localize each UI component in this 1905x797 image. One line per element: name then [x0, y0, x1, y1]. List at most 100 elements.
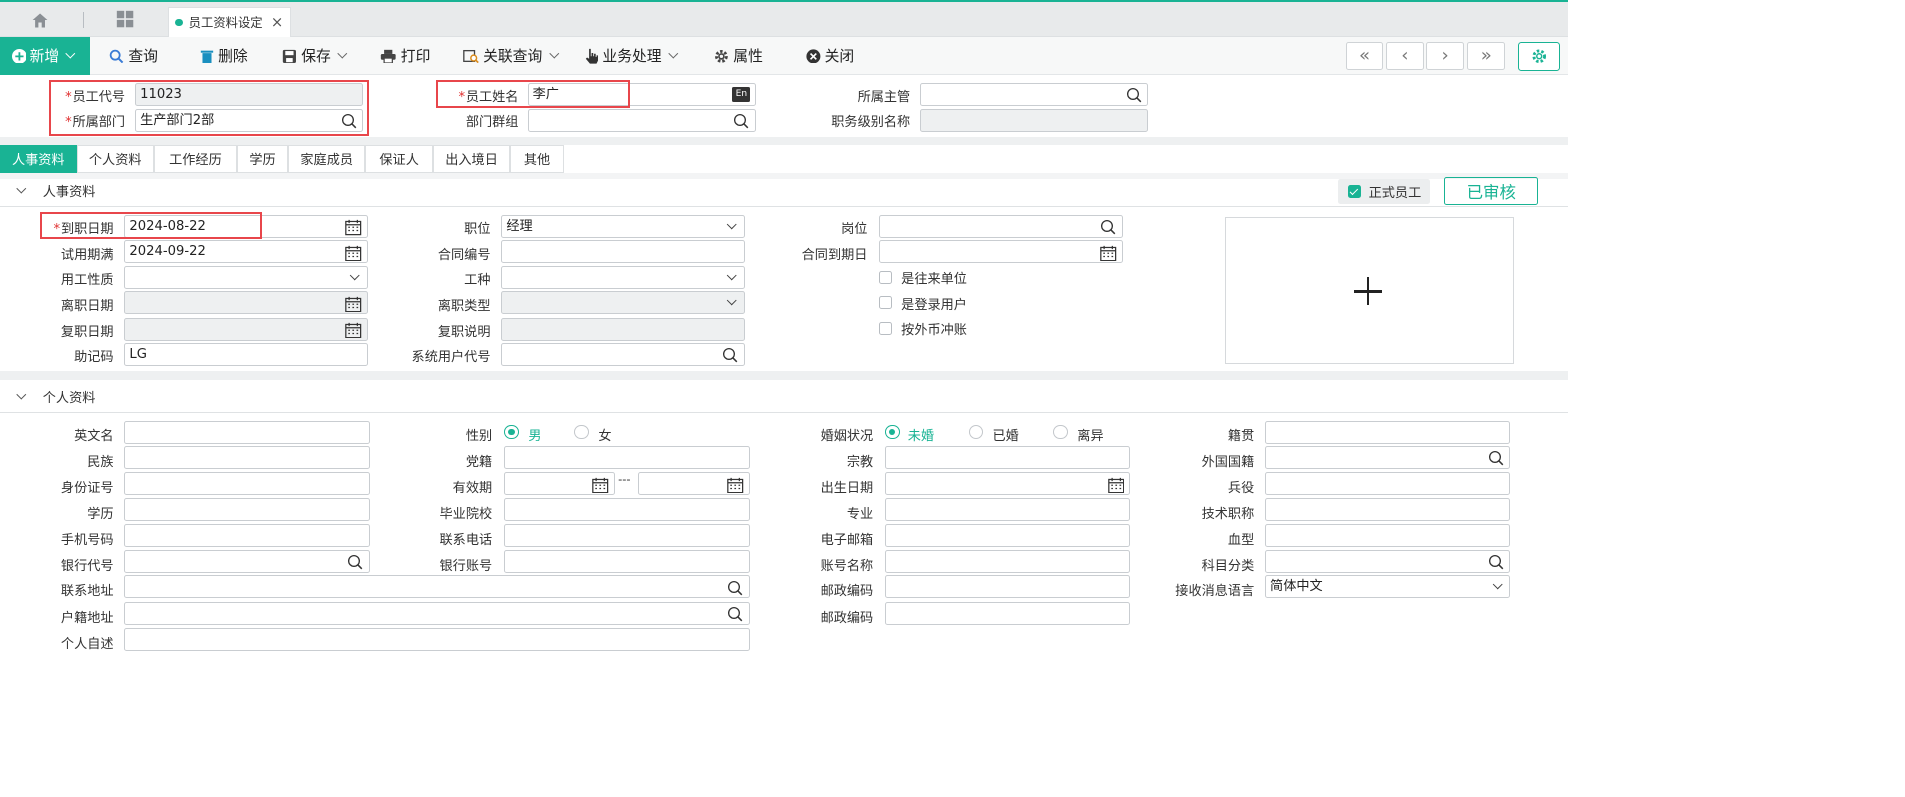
- subtab-other[interactable]: 其他: [510, 144, 564, 173]
- chevron-down-icon[interactable]: [66, 48, 76, 59]
- bank-code-input[interactable]: [124, 549, 370, 573]
- dept-group-input[interactable]: [527, 108, 756, 132]
- chevron-down-icon[interactable]: [549, 48, 559, 59]
- subtab-guarantor[interactable]: 保证人: [365, 144, 433, 173]
- last-record-button[interactable]: »: [1467, 41, 1506, 70]
- chevron-down-icon[interactable]: [726, 270, 738, 281]
- query-button[interactable]: 查询: [109, 37, 158, 75]
- close-tab-icon[interactable]: ×: [271, 14, 283, 31]
- calendar-icon[interactable]: [345, 245, 362, 261]
- education-input[interactable]: [124, 497, 370, 521]
- foreign-currency-checkbox[interactable]: [878, 321, 893, 335]
- save-button[interactable]: 保存: [282, 37, 347, 75]
- party-input[interactable]: [504, 446, 750, 470]
- business-process-button[interactable]: 业务处理: [585, 37, 678, 75]
- message-language-select[interactable]: 简体中文: [1264, 575, 1511, 599]
- calendar-icon[interactable]: [345, 219, 362, 236]
- employment-type-select[interactable]: [124, 265, 368, 289]
- address-input[interactable]: [124, 575, 750, 599]
- post-input[interactable]: [878, 214, 1123, 238]
- account-name-input[interactable]: [884, 549, 1130, 573]
- subject-category-input[interactable]: [1264, 549, 1511, 573]
- home-icon[interactable]: [31, 11, 49, 29]
- ethnicity-input[interactable]: [124, 446, 370, 470]
- search-icon[interactable]: [347, 554, 363, 570]
- search-icon[interactable]: [727, 580, 743, 596]
- personal-section-header[interactable]: 个人资料: [0, 380, 1568, 414]
- print-button[interactable]: 打印: [380, 37, 430, 75]
- calendar-icon[interactable]: [345, 296, 362, 312]
- plus-icon[interactable]: [1353, 277, 1382, 306]
- religion-input[interactable]: [884, 446, 1130, 470]
- related-query-button[interactable]: 关联查询: [462, 37, 559, 75]
- self-desc-input[interactable]: [124, 627, 750, 651]
- search-icon[interactable]: [722, 347, 738, 363]
- subtab-entry-exit[interactable]: 出入境日: [432, 144, 511, 173]
- calendar-icon[interactable]: [345, 322, 362, 339]
- marital-married-radio[interactable]: [968, 424, 984, 440]
- native-place-input[interactable]: [1264, 420, 1511, 444]
- contract-no-input[interactable]: [501, 240, 745, 264]
- marital-divorced-radio[interactable]: [1053, 424, 1069, 440]
- search-icon[interactable]: [733, 113, 749, 129]
- valid-from-input[interactable]: [504, 472, 615, 496]
- search-icon[interactable]: [727, 606, 743, 622]
- chevron-down-icon[interactable]: [16, 183, 27, 194]
- military-input[interactable]: [1264, 472, 1511, 496]
- leave-type-select[interactable]: [501, 291, 745, 315]
- tab-employee-settings[interactable]: 员工资料设定 ×: [167, 6, 292, 38]
- supervisor-input[interactable]: [920, 83, 1149, 107]
- subtab-hr[interactable]: 人事资料: [0, 144, 77, 173]
- search-icon[interactable]: [1488, 554, 1504, 570]
- job-level-input[interactable]: [920, 108, 1149, 132]
- birth-date-input[interactable]: [884, 472, 1130, 496]
- chevron-down-icon[interactable]: [726, 295, 738, 307]
- leave-date-input[interactable]: [124, 291, 368, 315]
- next-record-button[interactable]: ›: [1426, 41, 1465, 70]
- work-type-select[interactable]: [501, 265, 745, 289]
- close-button[interactable]: 关闭: [806, 37, 854, 75]
- properties-button[interactable]: 属性: [714, 37, 763, 75]
- probation-end-input[interactable]: 2024-09-22: [124, 240, 368, 264]
- subtab-personal[interactable]: 个人资料: [76, 144, 154, 173]
- school-input[interactable]: [504, 497, 750, 521]
- subtab-education[interactable]: 学历: [237, 144, 289, 173]
- postcode-input[interactable]: [884, 575, 1130, 599]
- settings-button[interactable]: [1517, 41, 1561, 71]
- calendar-icon[interactable]: [1107, 477, 1124, 493]
- counterparty-checkbox[interactable]: [878, 270, 893, 284]
- id-no-input[interactable]: [124, 472, 370, 496]
- apps-grid-icon[interactable]: [116, 10, 134, 28]
- major-input[interactable]: [884, 497, 1130, 521]
- calendar-icon[interactable]: [1100, 245, 1117, 261]
- input-method-icon[interactable]: En: [732, 86, 751, 103]
- delete-button[interactable]: 删除: [200, 37, 248, 75]
- bank-account-input[interactable]: [504, 549, 750, 573]
- chevron-down-icon[interactable]: [726, 219, 738, 230]
- sys-user-input[interactable]: [501, 343, 745, 367]
- english-name-input[interactable]: [124, 420, 370, 444]
- new-button[interactable]: 新增: [0, 37, 90, 75]
- phone-input[interactable]: [504, 524, 750, 548]
- position-select[interactable]: 经理: [501, 214, 745, 238]
- chevron-down-icon[interactable]: [337, 48, 347, 59]
- postcode-input-2[interactable]: [884, 601, 1130, 625]
- calendar-icon[interactable]: [592, 477, 609, 493]
- calendar-icon[interactable]: [727, 477, 744, 493]
- mnemonic-input[interactable]: LG: [124, 343, 368, 367]
- rehire-note-input[interactable]: [501, 317, 745, 341]
- search-icon[interactable]: [1100, 219, 1116, 235]
- household-address-input[interactable]: [124, 601, 750, 625]
- chevron-down-icon[interactable]: [16, 389, 27, 399]
- tech-title-input[interactable]: [1264, 497, 1511, 521]
- search-icon[interactable]: [1488, 450, 1504, 466]
- hr-section-header[interactable]: 人事资料: [0, 174, 1568, 208]
- subtab-family[interactable]: 家庭成员: [288, 144, 366, 173]
- search-icon[interactable]: [1126, 87, 1142, 103]
- nationality-input[interactable]: [1264, 446, 1511, 470]
- login-user-checkbox[interactable]: [878, 296, 893, 310]
- gender-male-radio[interactable]: [504, 424, 520, 440]
- marital-single-radio[interactable]: [884, 424, 900, 440]
- chevron-down-icon[interactable]: [1492, 579, 1503, 591]
- first-record-button[interactable]: «: [1345, 41, 1384, 70]
